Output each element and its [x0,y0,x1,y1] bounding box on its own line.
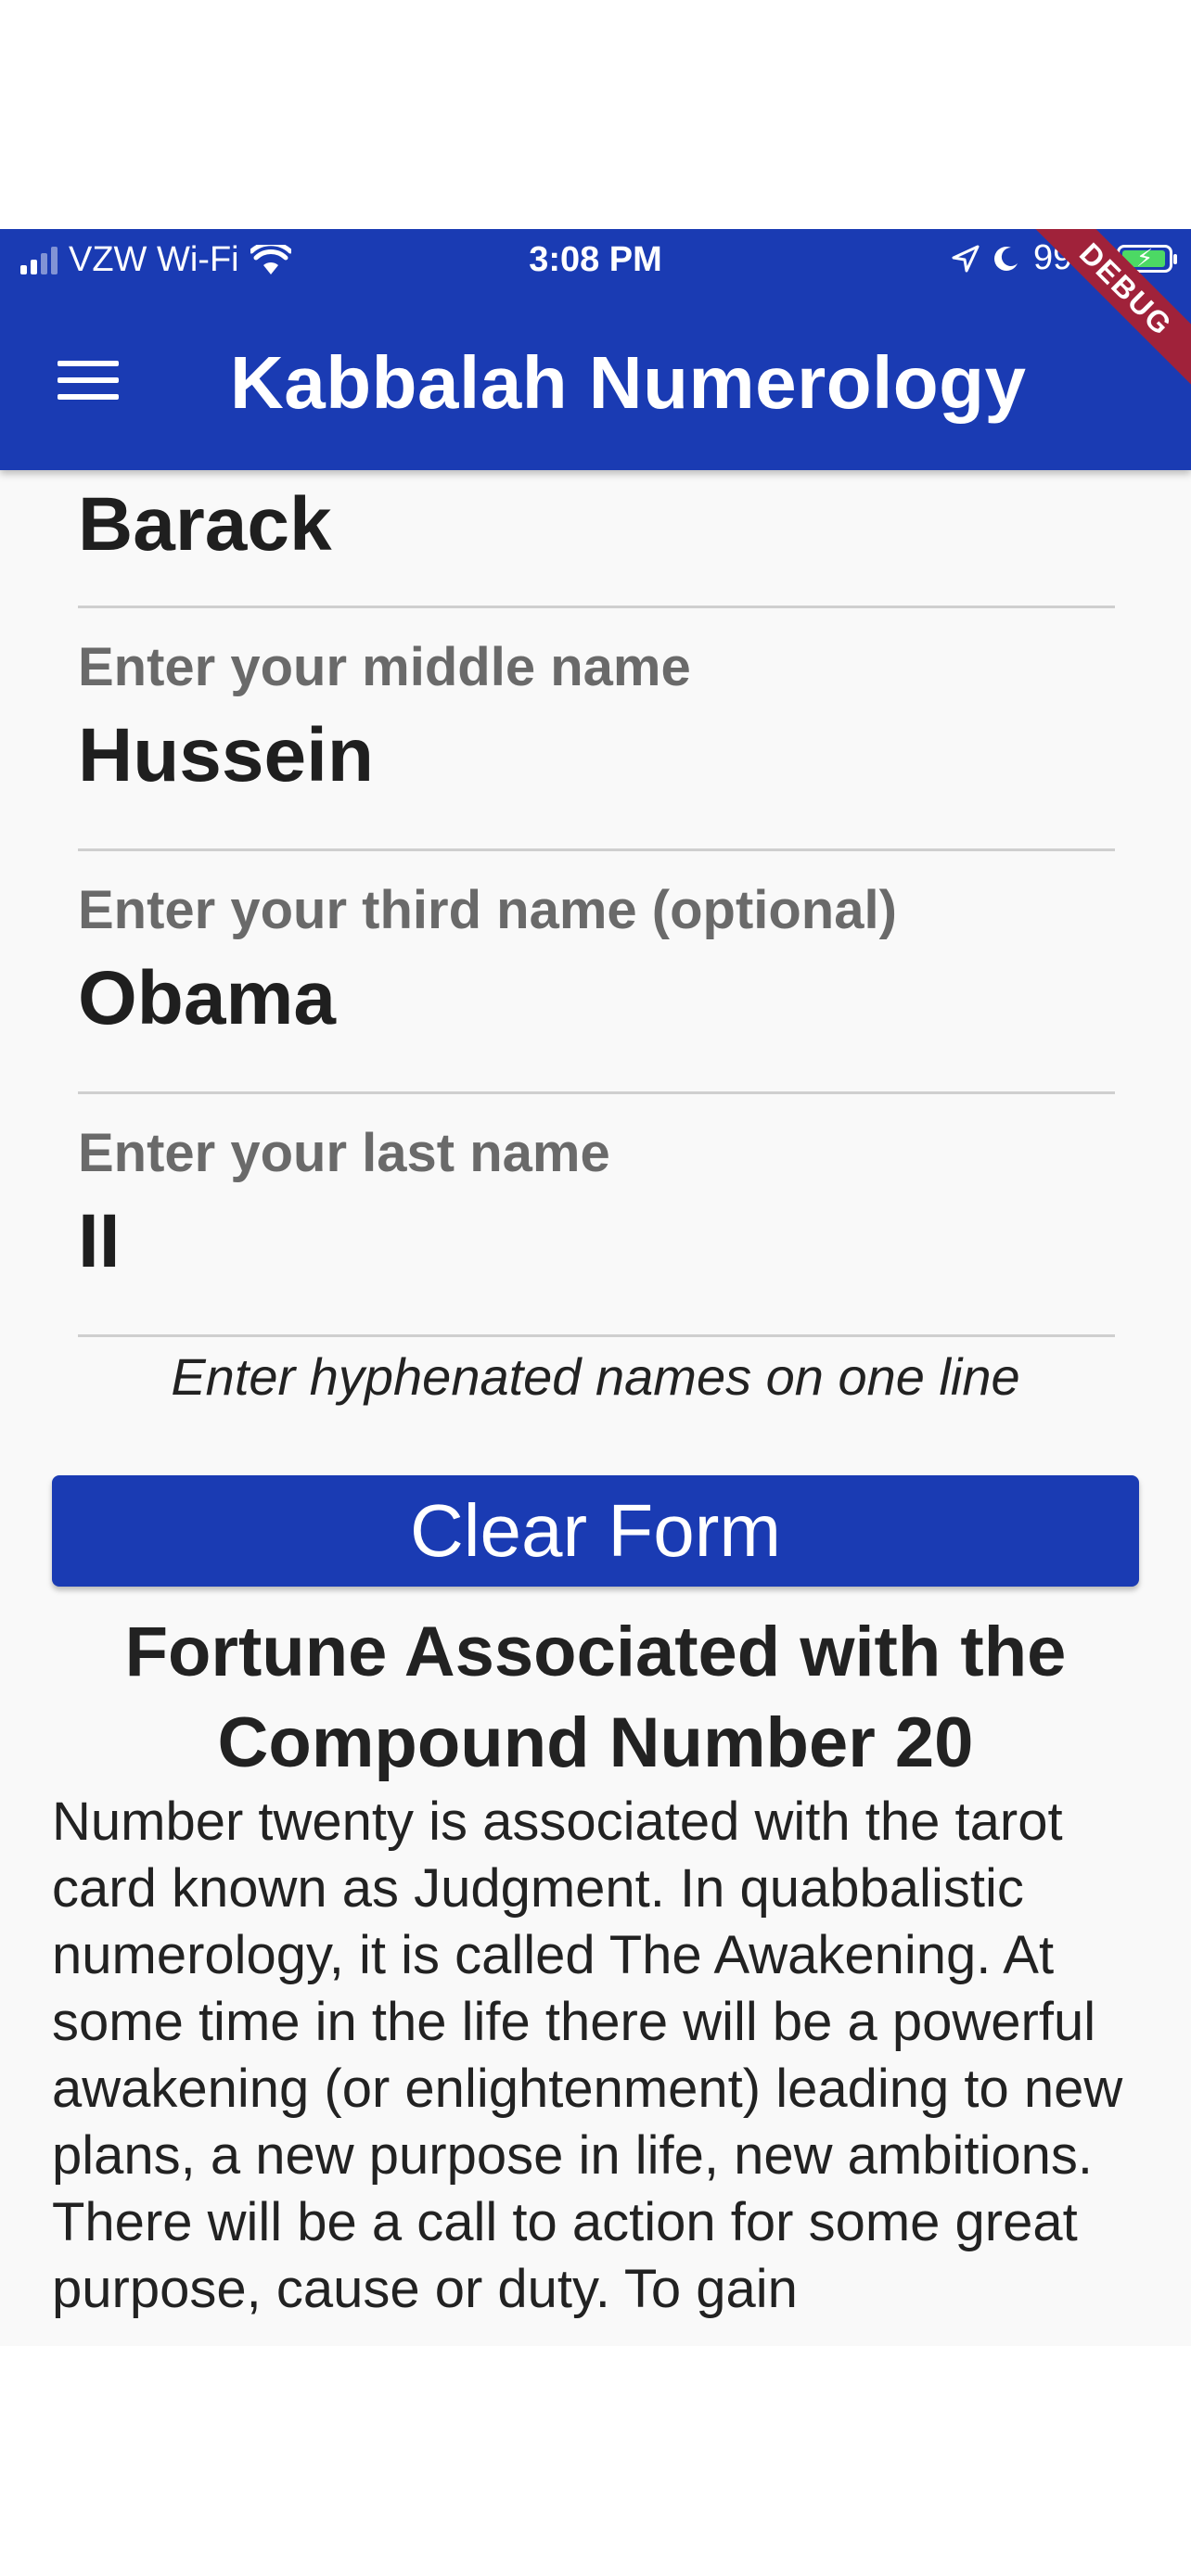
app-screen: VZW Wi-Fi 3:08 PM 99% ⚡ [0,229,1191,2346]
third-name-value[interactable]: Obama [78,955,336,1042]
last-name-field[interactable]: Enter your last name II [78,1094,1115,1337]
clear-form-button[interactable]: Clear Form [52,1475,1139,1587]
middle-name-label: Enter your middle name [78,637,691,697]
moon-icon [993,246,1018,271]
third-name-label: Enter your third name (optional) [78,880,897,940]
form-scroll-area[interactable]: Barack Enter your middle name Hussein En… [0,470,1191,1407]
fortune-heading: Fortune Associated with the Compound Num… [124,1613,1067,1782]
middle-name-field[interactable]: Enter your middle name Hussein [78,608,1115,851]
location-arrow-icon [952,245,980,272]
hyphen-hint: Enter hyphenated names on one line [171,1347,1020,1406]
app-bar: VZW Wi-Fi 3:08 PM 99% ⚡ [0,229,1191,470]
hamburger-menu-icon[interactable] [58,361,119,407]
status-bar: VZW Wi-Fi 3:08 PM 99% ⚡ [0,229,1191,294]
middle-name-value[interactable]: Hussein [78,712,374,799]
app-title: Kabbalah Numerology [230,341,1027,424]
first-name-field[interactable]: Barack [78,470,1115,608]
first-name-value[interactable]: Barack [78,481,332,568]
third-name-field[interactable]: Enter your third name (optional) Obama [78,851,1115,1094]
last-name-value[interactable]: II [78,1198,121,1285]
fortune-description: Number twenty is associated with the tar… [52,1792,1123,2319]
last-name-label: Enter your last name [78,1123,610,1183]
